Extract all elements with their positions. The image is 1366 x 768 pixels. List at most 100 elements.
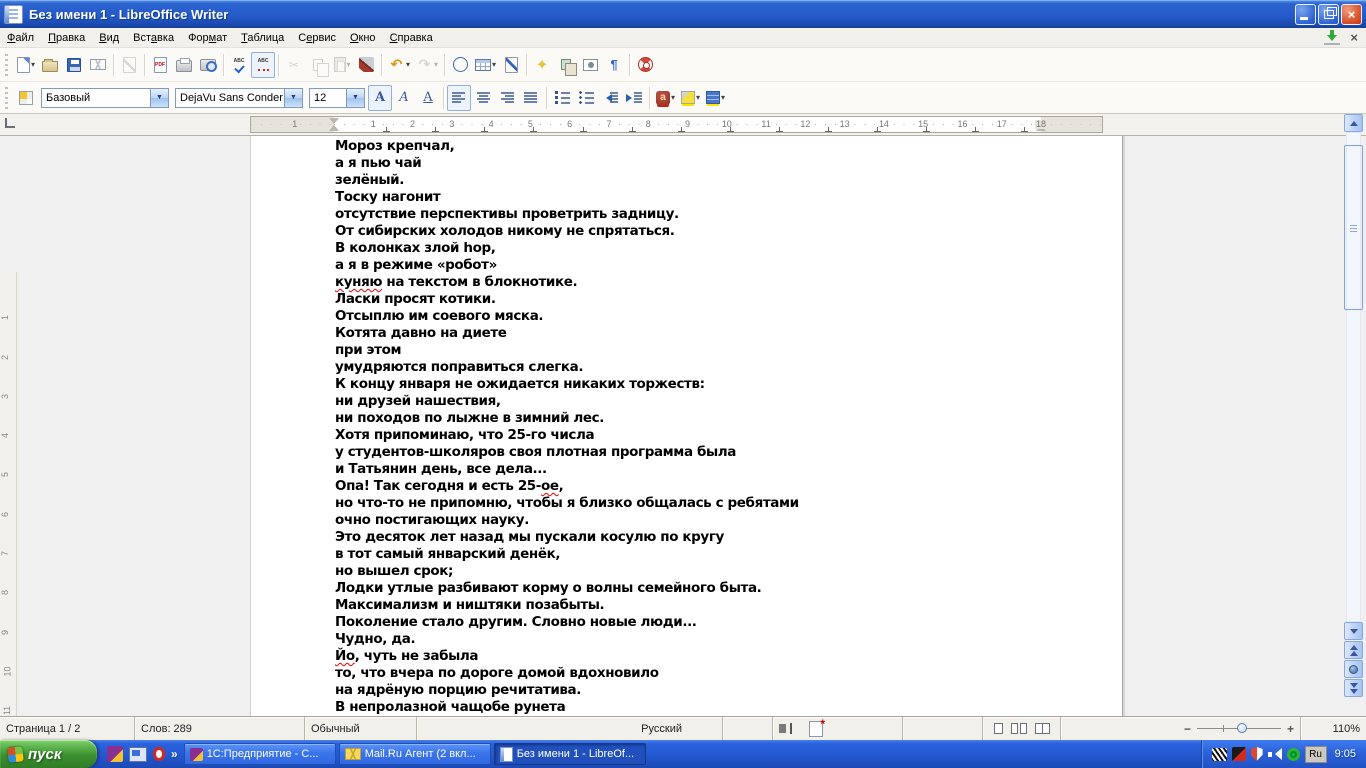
decrease-indent-button[interactable] xyxy=(598,85,622,111)
menu-window[interactable]: Окно xyxy=(343,30,383,46)
font-name-combo[interactable]: DejaVu Sans Conder ▼ xyxy=(175,87,303,108)
dropdown-arrow-icon[interactable]: ▾ xyxy=(671,93,675,102)
misspelled-word[interactable]: Йо xyxy=(335,648,355,664)
increase-indent-button[interactable] xyxy=(622,85,646,111)
language-field[interactable]: Русский xyxy=(417,717,723,740)
insert-table-button[interactable]: ▾ xyxy=(472,52,499,78)
close-document-icon[interactable]: × xyxy=(1350,31,1358,44)
page-style-field[interactable]: Обычный xyxy=(305,717,417,740)
menu-format[interactable]: Формат xyxy=(181,30,234,46)
navigation-button[interactable] xyxy=(1344,660,1363,678)
show-desktop-icon[interactable] xyxy=(129,746,147,762)
scrollbar-thumb[interactable] xyxy=(1344,145,1363,310)
toolbar-grip[interactable] xyxy=(3,86,10,109)
zoom-in-icon[interactable]: + xyxy=(1287,722,1294,736)
scroll-down-button[interactable] xyxy=(1344,622,1363,640)
help-button[interactable] xyxy=(633,52,657,78)
bold-button[interactable]: A xyxy=(368,84,392,111)
zoom-out-icon[interactable]: − xyxy=(1184,722,1191,736)
text-line[interactable]: очно постигающих науку. xyxy=(335,512,1102,529)
book-view-icon[interactable] xyxy=(1034,723,1050,734)
text-line[interactable]: куняю на текстом в блокнотике. xyxy=(335,274,1102,291)
toolbar-grip[interactable] xyxy=(3,53,10,76)
text-line[interactable]: ни друзей нашествия, xyxy=(335,393,1102,410)
language-indicator-badge[interactable]: Ru xyxy=(1304,745,1327,763)
zebra-icon[interactable] xyxy=(1211,747,1227,761)
text-line[interactable]: Опа! Так сегодня и есть 25-ое, xyxy=(335,478,1102,495)
ruler-strip[interactable]: 1 1 2 3 4 5 6 7 8 9 10 11 12 13 14 15 16 17 18 xyxy=(250,116,1103,133)
text-line[interactable]: Отсыплю им соевого мяска. xyxy=(335,308,1102,325)
combo-dropdown-button[interactable]: ▼ xyxy=(150,88,168,107)
dropdown-arrow-icon[interactable]: ▾ xyxy=(31,60,35,69)
text-line[interactable]: Мороз крепчал, xyxy=(335,138,1102,155)
text-line[interactable]: Хотя припоминаю, что 25-го числа xyxy=(335,427,1102,444)
dropdown-arrow-icon[interactable]: ▾ xyxy=(492,60,496,69)
next-page-button[interactable] xyxy=(1344,679,1363,697)
text-line[interactable]: Котята давно на диете xyxy=(335,325,1102,342)
font-size-combo[interactable]: 12 ▼ xyxy=(309,87,365,108)
text-line[interactable]: Поколение стало другим. Словно новые люд… xyxy=(335,614,1102,631)
menu-table[interactable]: Таблица xyxy=(234,30,291,46)
restore-button[interactable] xyxy=(1318,3,1339,25)
numbered-list-button[interactable] xyxy=(550,85,574,111)
page-number-field[interactable]: Страница 1 / 2 xyxy=(0,717,135,740)
taskbar-task-writer[interactable]: Без имени 1 - LibreOf... xyxy=(493,743,646,765)
scroll-up-button[interactable] xyxy=(1344,114,1363,132)
menu-edit[interactable]: Правка xyxy=(41,30,92,46)
undo-button[interactable]: ↶ ▾ xyxy=(385,52,413,78)
single-page-view-icon[interactable] xyxy=(993,723,1003,734)
taskbar-task-1c[interactable]: 1С:Предприятие - С... xyxy=(183,743,336,765)
multi-page-view-icon[interactable] xyxy=(1010,723,1027,734)
auto-spellcheck-button[interactable]: ABC xyxy=(251,51,276,78)
dropdown-arrow-icon[interactable]: ▾ xyxy=(721,93,725,102)
text-line[interactable]: К концу января не ожидается никаких торж… xyxy=(335,376,1102,393)
close-button[interactable]: × xyxy=(1341,3,1362,25)
volume-icon[interactable] xyxy=(1267,748,1282,760)
italic-button[interactable]: A xyxy=(392,85,416,111)
format-paintbrush-button[interactable] xyxy=(354,52,378,78)
new-document-button[interactable]: ▾ xyxy=(14,52,38,78)
dropdown-arrow-icon[interactable]: ▾ xyxy=(696,93,700,102)
navigator-button[interactable] xyxy=(554,52,578,78)
menu-tools[interactable]: Сервис xyxy=(291,30,343,46)
menu-file[interactable]: Файл xyxy=(0,30,41,46)
combo-dropdown-button[interactable]: ▼ xyxy=(284,88,302,107)
text-line[interactable]: а я в режиме «робот» xyxy=(335,257,1102,274)
quick-launch-overflow-chevron[interactable]: » xyxy=(171,747,178,761)
word-count-field[interactable]: Слов: 289 xyxy=(135,717,305,740)
background-color-button[interactable]: ▾ xyxy=(703,85,728,111)
text-line[interactable]: на ядрёную порцию речитатива. xyxy=(335,682,1102,699)
kaspersky-icon[interactable] xyxy=(1231,747,1246,761)
print-button[interactable] xyxy=(172,52,196,78)
misspelled-word[interactable]: ое xyxy=(541,478,559,494)
minimize-button[interactable] xyxy=(1295,3,1316,25)
previous-page-button[interactable] xyxy=(1344,641,1363,659)
update-available-icon[interactable] xyxy=(1324,30,1340,45)
text-line[interactable]: От сибирских холодов никому не спрятатьс… xyxy=(335,223,1102,240)
bullet-list-button[interactable] xyxy=(574,85,598,111)
first-line-indent-marker[interactable] xyxy=(329,118,339,124)
text-line[interactable]: ни походов по лыжне в зимний лес. xyxy=(335,410,1102,427)
underline-button[interactable]: A xyxy=(416,85,440,111)
text-line[interactable]: отсутствие перспективы проветрить задниц… xyxy=(335,206,1102,223)
text-line[interactable]: Чудно, да. xyxy=(335,631,1102,648)
save-button[interactable] xyxy=(62,52,86,78)
text-line[interactable]: умудряются поправиться слегка. xyxy=(335,359,1102,376)
text-line[interactable]: но вышел срок; xyxy=(335,563,1102,580)
zoom-slider-track[interactable] xyxy=(1196,723,1281,733)
text-line[interactable]: а я пью чай xyxy=(335,155,1102,172)
combo-dropdown-button[interactable]: ▼ xyxy=(346,88,364,107)
text-line[interactable]: Это десяток лет назад мы пускали косулю … xyxy=(335,529,1102,546)
text-line[interactable]: в тот самый январский денёк, xyxy=(335,546,1102,563)
open-button[interactable] xyxy=(38,52,62,78)
zoom-level-field[interactable]: 110% xyxy=(1301,717,1366,740)
hyperlink-button[interactable] xyxy=(448,52,472,78)
menu-insert[interactable]: Вставка xyxy=(126,30,181,46)
gallery-button[interactable] xyxy=(578,52,602,78)
paragraph-style-combo[interactable]: Базовый ▼ xyxy=(41,87,169,108)
text-line[interactable]: Йо, чуть не забыла xyxy=(335,648,1102,665)
horizontal-ruler[interactable]: 1 1 2 3 4 5 6 7 8 9 10 11 12 13 14 15 16 17 18 xyxy=(0,114,1366,136)
text-line[interactable]: В непролазной чащобе рунета xyxy=(335,699,1102,716)
tab-type-selector-icon[interactable] xyxy=(5,118,15,128)
left-indent-marker[interactable] xyxy=(329,125,339,131)
